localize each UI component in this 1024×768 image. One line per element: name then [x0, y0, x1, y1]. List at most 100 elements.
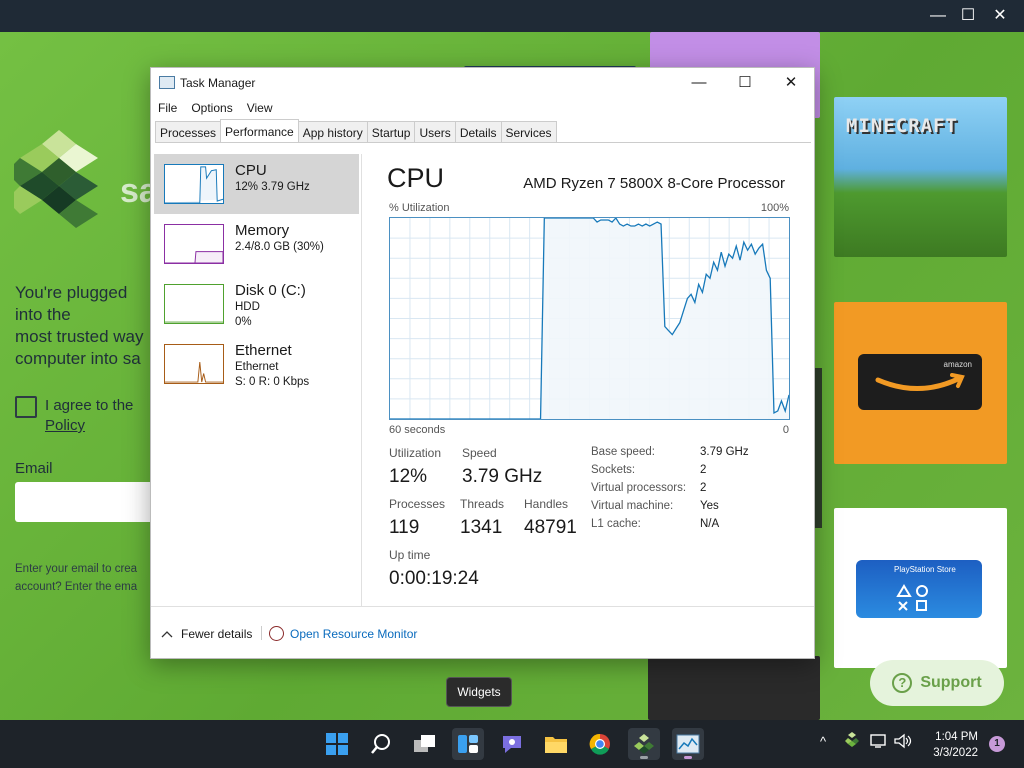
spec-sockets-label: Sockets:: [591, 464, 636, 476]
stat-threads-label: Threads: [460, 497, 505, 511]
spec-base-speed-label: Base speed:: [591, 446, 655, 458]
fewer-details-button[interactable]: Fewer details: [161, 627, 252, 641]
clock-time: 1:04 PM: [935, 731, 978, 743]
tab-performance[interactable]: Performance: [220, 119, 299, 142]
stat-processes-label: Processes: [389, 497, 446, 511]
widgets-icon[interactable]: [452, 728, 484, 760]
task-manager-titlebar[interactable]: Task Manager — ☐ ✕: [151, 68, 814, 98]
outer-minimize-button[interactable]: —: [926, 5, 950, 27]
resource-detail: HDD: [235, 301, 260, 313]
task-manager-icon[interactable]: [672, 728, 704, 760]
graph-time-span-label: 60 seconds: [389, 424, 446, 436]
resource-detail: 12% 3.79 GHz: [235, 181, 310, 193]
outer-titlebar: — ☐ ✕: [0, 0, 1024, 32]
tab-app-history[interactable]: App history: [297, 121, 368, 142]
menu-options[interactable]: Options: [184, 99, 239, 119]
resource-detail: 2.4/8.0 GB (30%): [235, 241, 324, 253]
minimize-button[interactable]: —: [676, 68, 722, 98]
email-field[interactable]: [15, 482, 155, 522]
stat-speed-value: 3.79 GHz: [462, 466, 543, 487]
tab-startup[interactable]: Startup: [366, 121, 416, 142]
tray-app-logo-icon[interactable]: [845, 732, 859, 751]
resource-item-cpu[interactable]: CPU 12% 3.79 GHz: [154, 154, 359, 214]
resource-list: CPU 12% 3.79 GHz Memory 2.4/8.0 GB (30%)…: [154, 154, 359, 394]
tab-details[interactable]: Details: [454, 121, 502, 142]
notification-badge[interactable]: 1: [989, 736, 1005, 752]
ethernet-thumbnail-graph: [164, 344, 224, 384]
outer-close-button[interactable]: ✕: [988, 5, 1012, 27]
policy-link[interactable]: Policy: [45, 417, 85, 434]
tab-services[interactable]: Services: [500, 121, 557, 142]
resource-item-ethernet[interactable]: Ethernet Ethernet S: 0 R: 0 Kbps: [154, 334, 359, 394]
cpu-model-name: AMD Ryzen 7 5800X 8-Core Processor: [523, 175, 785, 192]
network-icon[interactable]: [870, 733, 888, 752]
chrome-icon[interactable]: [584, 728, 616, 760]
taskbar-clock[interactable]: 1:04 PM 3/3/2022: [933, 729, 978, 761]
close-button[interactable]: ✕: [768, 68, 814, 98]
ps-card-image: PlayStation Store: [856, 560, 982, 618]
question-icon: ?: [892, 673, 913, 693]
spec-l1-cache-label: L1 cache:: [591, 518, 641, 530]
resource-detail-2: 0%: [235, 316, 252, 328]
graph-time-end-label: 0: [782, 424, 789, 436]
minecraft-gift-card[interactable]: MINECRAFT: [834, 97, 1007, 257]
spec-virtual-machine-label: Virtual machine:: [591, 500, 674, 512]
pane-divider: [361, 154, 362, 606]
amazon-card-image: amazon: [858, 354, 982, 410]
tab-processes[interactable]: Processes: [155, 121, 222, 142]
support-button[interactable]: ? Support: [870, 660, 1004, 706]
game-tiles-strip[interactable]: [648, 656, 820, 720]
tab-users[interactable]: Users: [414, 121, 456, 142]
spec-virtual-processors-value: 2: [700, 482, 707, 494]
brand-logo-icon: [14, 130, 98, 228]
app-logo-icon[interactable]: [628, 728, 660, 760]
volume-icon[interactable]: [893, 733, 913, 752]
stat-handles-label: Handles: [524, 497, 569, 511]
window-title: Task Manager: [180, 76, 256, 90]
task-manager-app-icon: [159, 76, 175, 89]
maximize-button[interactable]: ☐: [722, 68, 768, 98]
amazon-smile-icon: [875, 373, 965, 391]
resource-name: Disk 0 (C:): [235, 282, 306, 299]
tray-overflow-chevron-icon[interactable]: ^: [820, 734, 826, 749]
windows-start-icon[interactable]: [321, 728, 353, 760]
footer-separator: [261, 626, 262, 640]
spec-l1-cache-value: N/A: [700, 518, 720, 530]
file-explorer-icon[interactable]: [540, 728, 572, 760]
task-view-icon[interactable]: [409, 728, 441, 760]
menu-view[interactable]: View: [240, 99, 280, 119]
outer-maximize-button[interactable]: ☐: [956, 5, 980, 27]
memory-thumbnail-graph: [164, 224, 224, 264]
utilization-max-label: 100%: [760, 202, 789, 214]
footer-divider: [151, 606, 814, 607]
intro-text: You're plugged into the most trusted way…: [15, 283, 144, 368]
email-help-text: Enter your email to crea account? Enter …: [15, 563, 138, 593]
minecraft-title: MINECRAFT: [846, 115, 958, 137]
spec-virtual-machine-value: Yes: [700, 500, 719, 512]
clock-date: 3/3/2022: [933, 747, 978, 759]
spec-base-speed-value: 3.79 GHz: [700, 446, 749, 458]
stat-speed-label: Speed: [462, 446, 497, 460]
resource-name: Memory: [235, 222, 290, 239]
tab-bar: Processes Performance App history Startu…: [155, 119, 811, 143]
email-label: Email: [15, 460, 53, 477]
amazon-gift-card[interactable]: amazon: [834, 302, 1007, 464]
task-manager-window: Task Manager — ☐ ✕ File Options View Pro…: [150, 67, 815, 659]
resource-name: CPU: [235, 162, 267, 179]
utilization-axis-label: % Utilization: [389, 202, 450, 214]
side-strip: [814, 368, 822, 528]
cpu-utilization-graph: [389, 217, 790, 420]
spec-virtual-processors-label: Virtual processors:: [591, 482, 687, 494]
resource-item-memory[interactable]: Memory 2.4/8.0 GB (30%): [154, 214, 359, 274]
open-resource-monitor-link[interactable]: Open Resource Monitor: [269, 626, 417, 641]
playstation-gift-card[interactable]: PlayStation Store: [834, 508, 1007, 668]
search-icon[interactable]: [365, 728, 397, 760]
resource-name: Ethernet: [235, 342, 292, 359]
menu-file[interactable]: File: [151, 99, 184, 119]
teams-chat-icon[interactable]: [496, 728, 528, 760]
resource-item-disk[interactable]: Disk 0 (C:) HDD 0%: [154, 274, 359, 334]
agree-label: I agree to the: [45, 397, 134, 414]
spec-sockets-value: 2: [700, 464, 707, 476]
widgets-tooltip: Widgets: [446, 677, 512, 707]
agree-checkbox[interactable]: [15, 396, 37, 418]
